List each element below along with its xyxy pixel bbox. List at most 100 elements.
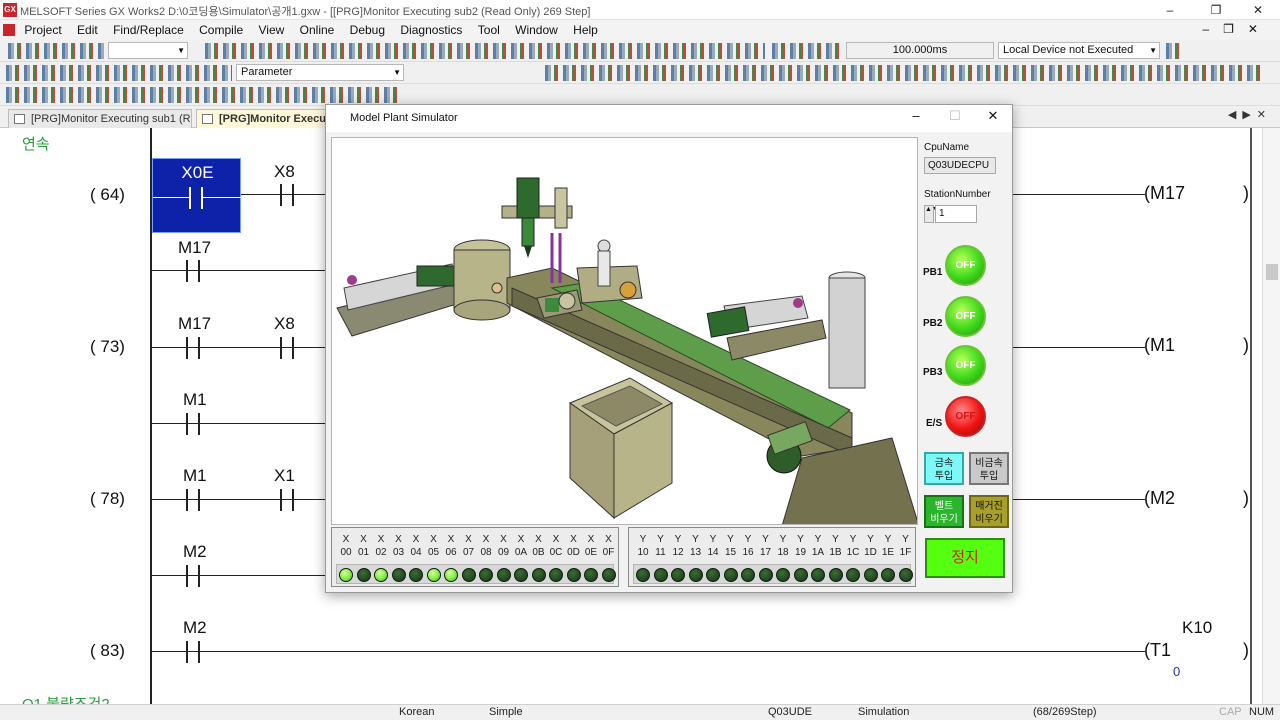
contact-label: X8 (274, 162, 295, 181)
emergency-stop-button[interactable]: OFF (945, 396, 986, 437)
pb2-button[interactable]: OFF (945, 296, 986, 337)
x-input-led-0c (549, 568, 563, 582)
standard-toolbar-icons[interactable] (8, 43, 104, 59)
document-menu-icon[interactable] (3, 24, 15, 36)
y-output-led-18 (776, 568, 790, 582)
mdi-window-buttons[interactable]: –❐✕ (1203, 22, 1273, 36)
contact-label: M1 (183, 466, 207, 485)
plant-3d-view[interactable] (331, 137, 918, 525)
coil-m2[interactable]: (M2 (1144, 488, 1175, 509)
station-number-label: StationNumber (924, 189, 991, 200)
y-output-led-11 (653, 568, 668, 582)
x-input-label-06: X 06 (445, 534, 457, 558)
x-input-label-0a: X 0A (514, 534, 528, 558)
minimize-icon[interactable]: – (901, 108, 931, 123)
y-output-label-19: Y 19 (794, 534, 807, 558)
menu-project[interactable]: Project (18, 20, 67, 40)
scrollbar-thumb[interactable] (1266, 264, 1278, 280)
y-output-led-15 (723, 568, 738, 582)
title-bar: GX MELSOFT Series GX Works2 D:\0코딩용\Simu… (0, 0, 1280, 20)
station-number-field[interactable]: 1 (935, 205, 977, 223)
menu-bar: Project Edit Find/Replace Compile View O… (0, 20, 1280, 40)
nonmetal-feed-button[interactable]: 비금속 투입 (969, 452, 1009, 485)
x-input-led-08 (479, 568, 493, 582)
y-output-led-10 (636, 568, 650, 582)
menu-tool[interactable]: Tool (472, 20, 506, 40)
y-output-label-13: Y 13 (689, 534, 702, 558)
y-output-led-14 (706, 568, 720, 582)
x-input-label-0f: X 0F (602, 534, 615, 558)
coil-m17[interactable]: (M17 (1144, 183, 1185, 204)
stop-button[interactable]: 정지 (925, 538, 1005, 578)
pb1-button[interactable]: OFF (945, 245, 986, 286)
x-input-led-09 (496, 568, 511, 582)
nonmetal-feed-label: 비금속 투입 (975, 458, 1003, 482)
model-plant-simulator-window[interactable]: Model Plant Simulator – ☐ ✕ CpuName Q03U… (325, 104, 1013, 593)
pb3-button[interactable]: OFF (945, 345, 986, 386)
x-input-led-0d (566, 568, 581, 582)
y-output-led-19 (793, 568, 808, 582)
simulator-title: Model Plant Simulator (350, 112, 458, 124)
minimize-icon[interactable]: – (1152, 0, 1188, 20)
ladder-edit-toolbar-icons[interactable] (6, 87, 400, 103)
local-device-select[interactable]: Local Device not Executed ▼ (998, 42, 1160, 59)
contact-label: M17 (178, 238, 212, 257)
metal-feed-button[interactable]: 금속 투입 (924, 452, 964, 485)
status-caps: CAP (1219, 706, 1242, 718)
status-connection: Simulation (858, 706, 910, 718)
scan-time-field: 100.000ms (846, 42, 994, 59)
menu-edit[interactable]: Edit (71, 20, 104, 40)
cpu-name-label: CpuName (924, 142, 970, 153)
ladder-symbol-toolbar-icons[interactable] (545, 65, 1265, 81)
y-output-label-1d: Y 1D (864, 534, 877, 558)
coil-t1[interactable]: (T1 (1144, 640, 1171, 661)
factory-conveyor-scene (336, 177, 917, 524)
program-toolbar-icons[interactable] (6, 65, 232, 81)
contact-label: M17 (178, 314, 212, 333)
menu-online[interactable]: Online (294, 20, 341, 40)
y-output-led-1e (881, 568, 895, 582)
belt-clear-button[interactable]: 벨트 비우기 (924, 495, 964, 528)
pb1-label: PB1 (923, 267, 943, 278)
x-input-label-05: X 05 (427, 534, 440, 558)
x-input-label-0c: X 0C (549, 534, 563, 558)
menu-diagnostics[interactable]: Diagnostics (394, 20, 468, 40)
x-input-led-03 (391, 568, 406, 582)
simulator-title-bar[interactable]: Model Plant Simulator – ☐ ✕ (326, 105, 1012, 132)
device-batch-icon[interactable] (1166, 43, 1180, 59)
menu-view[interactable]: View (253, 20, 291, 40)
menu-window[interactable]: Window (509, 20, 564, 40)
menu-find-replace[interactable]: Find/Replace (107, 20, 190, 40)
tab-sub1[interactable]: [PRG]Monitor Executing sub1 (R... (8, 109, 192, 128)
menu-help[interactable]: Help (567, 20, 604, 40)
x-input-label-0b: X 0B (532, 534, 545, 558)
comment-label: Q1 불량조건2 (22, 693, 110, 704)
x-input-label-02: X 02 (375, 534, 387, 558)
menu-debug[interactable]: Debug (344, 20, 391, 40)
x-input-led-0e (584, 568, 598, 582)
melsoft-app-icon: GX (3, 3, 17, 17)
tab-scroll-arrows[interactable]: ◀▶✕ (1228, 108, 1272, 121)
x-input-label-07: X 07 (462, 534, 475, 558)
contact-x0e-selected[interactable]: X0E (152, 158, 242, 233)
menu-compile[interactable]: Compile (193, 20, 249, 40)
restore-icon[interactable]: ❐ (1198, 0, 1234, 20)
vertical-scrollbar[interactable] (1262, 128, 1280, 704)
station-spinner[interactable]: ▲▼ (924, 205, 939, 223)
parameter-select[interactable]: Parameter ▼ (236, 64, 404, 81)
timer-setting: K10 (1182, 618, 1213, 637)
magazine-clear-button[interactable]: 매거진 비우기 (969, 495, 1009, 528)
run-toolbar-icons[interactable] (772, 43, 842, 59)
status-bar: Korean Simple Q03UDE Simulation (68/269S… (0, 704, 1280, 720)
coil-m1[interactable]: (M1 (1144, 335, 1175, 356)
x-input-label-0e: X 0E (584, 534, 598, 558)
rung-step-number: ( 83) (90, 641, 125, 660)
close-icon[interactable]: ✕ (1240, 0, 1276, 20)
y-output-led-1b (828, 568, 843, 582)
edit-toolbar-icons[interactable] (205, 43, 765, 59)
pb3-label: PB3 (923, 367, 943, 378)
close-icon[interactable]: ✕ (978, 108, 1008, 124)
toolbar-combo-blank[interactable]: ▼ (108, 42, 188, 59)
tab-sub2[interactable]: [PRG]Monitor Executing sub2 (Read Only) … (196, 109, 331, 128)
x-input-led-02 (374, 568, 388, 582)
